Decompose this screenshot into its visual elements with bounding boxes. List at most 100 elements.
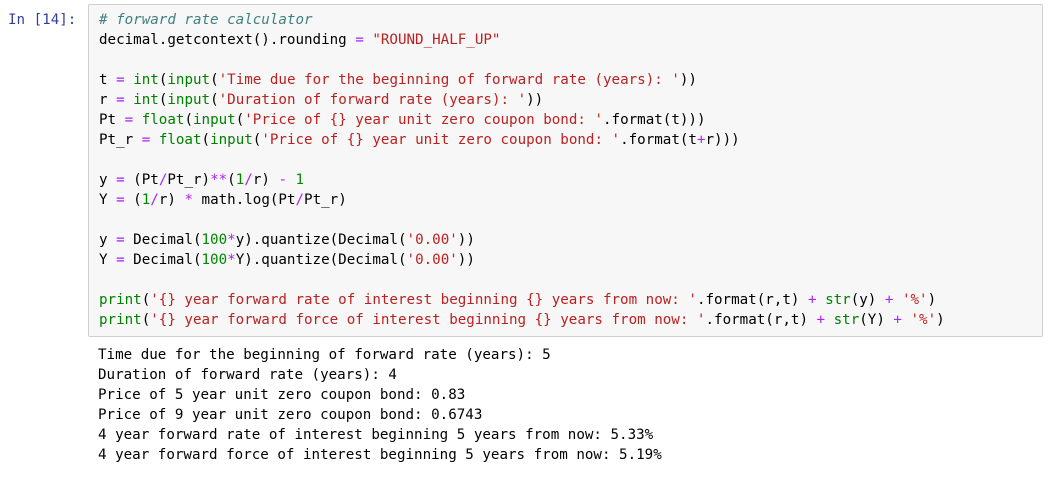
code-line[interactable]: Y = Decimal(100*Y).quantize(Decimal('0.0…: [99, 250, 945, 270]
code-token: =: [116, 192, 125, 208]
code-token: math.log(Pt: [193, 192, 296, 208]
code-token: 1: [295, 172, 305, 188]
code-token: '%': [901, 292, 928, 308]
code-token: 'Price of {} year unit zero coupon bond:…: [244, 112, 603, 128]
code-token: *: [184, 192, 193, 208]
code-token: (Pt: [124, 172, 159, 188]
code-token: .format(t: [620, 132, 697, 148]
code-token: (: [210, 92, 219, 108]
code-line[interactable]: Pt = float(input('Price of {} year unit …: [99, 110, 945, 130]
code-token: =: [141, 132, 151, 148]
code-token: +: [807, 292, 817, 308]
code-editor[interactable]: # forward rate calculator decimal.getcont…: [88, 4, 1043, 337]
code-token: ): [936, 312, 945, 328]
code-token: Y: [99, 252, 117, 268]
code-line[interactable]: # forward rate calculator: [99, 10, 945, 30]
output-line: Price of 5 year unit zero coupon bond: 0…: [98, 387, 466, 403]
code-token: Pt_r): [167, 172, 211, 188]
code-line[interactable]: ​: [99, 210, 945, 230]
code-token: =: [116, 172, 125, 188]
code-token: (: [124, 192, 142, 208]
code-token: input: [167, 72, 211, 88]
code-token: y).quantize(Decimal(: [235, 232, 407, 248]
code-token: =: [116, 252, 125, 268]
code-token: input: [192, 112, 236, 128]
code-token: decimal.getcontext().rounding: [99, 32, 356, 48]
output-line: Time due for the beginning of forward ra…: [98, 347, 551, 363]
code-token: float: [141, 112, 185, 128]
code-token: t: [99, 72, 117, 88]
code-token: Decimal(: [124, 232, 202, 248]
output-line: Duration of forward rate (years): 4: [98, 367, 397, 383]
code-token: 100: [201, 252, 228, 268]
code-line[interactable]: Y = (1/r) * math.log(Pt/Pt_r): [99, 190, 945, 210]
code-token: .format(r,t): [696, 292, 808, 308]
code-line[interactable]: Pt_r = float(input('Price of {} year uni…: [99, 130, 945, 150]
code-token: ): [927, 292, 937, 308]
output-line: 4 year forward rate of interest beginnin…: [98, 427, 654, 443]
code-token: float: [158, 132, 202, 148]
code-token: int: [133, 92, 159, 108]
code-token: )): [526, 92, 544, 108]
code-token: **: [210, 172, 228, 188]
input-prompt: In [14]:: [8, 12, 77, 28]
code-token: +: [816, 312, 826, 328]
code-line[interactable]: ​: [99, 50, 945, 70]
code-token: (: [141, 292, 151, 308]
code-token: =: [355, 32, 364, 48]
code-token: input: [167, 92, 211, 108]
code-token: input: [210, 132, 253, 148]
code-token: Pt_r: [99, 132, 142, 148]
output-line: Price of 9 year unit zero coupon bond: 0…: [98, 407, 483, 423]
code-token: '%': [910, 312, 937, 328]
code-token: y: [99, 172, 117, 188]
code-token: =: [116, 92, 125, 108]
code-token: /: [295, 192, 305, 208]
output-line: 4 year forward force of interest beginni…: [98, 447, 662, 463]
code-token: =: [124, 112, 134, 128]
code-line[interactable]: print('{} year forward force of interest…: [99, 310, 945, 330]
code-token: str: [825, 292, 851, 308]
code-token: "ROUND_HALF_UP": [372, 32, 501, 48]
code-token: -: [278, 172, 287, 188]
code-token: r: [99, 92, 117, 108]
code-line[interactable]: ​: [99, 270, 945, 290]
code-token: )): [457, 252, 475, 268]
cell-output: Time due for the beginning of forward ra…: [98, 345, 662, 465]
code-token: '0.00': [406, 232, 458, 248]
notebook-code-cell[interactable]: In [14]: # forward rate calculator decima…: [0, 0, 1051, 486]
code-token: 'Time due for the beginning of forward r…: [218, 72, 680, 88]
code-line[interactable]: print('{} year forward rate of interest …: [99, 290, 945, 310]
code-line[interactable]: t = int(input('Time due for the beginnin…: [99, 70, 945, 90]
code-token: '0.00': [406, 252, 458, 268]
code-token: Decimal(: [124, 252, 202, 268]
code-token: r): [252, 172, 279, 188]
code-line[interactable]: y = (Pt/Pt_r)**(1/r) - 1: [99, 170, 945, 190]
code-token: print: [99, 312, 142, 328]
code-block[interactable]: # forward rate calculator decimal.getcont…: [99, 10, 945, 330]
code-token: .format(t))): [603, 112, 706, 128]
code-token: y: [99, 232, 117, 248]
code-token: =: [116, 72, 125, 88]
code-token: )): [679, 72, 697, 88]
code-token: (: [210, 72, 219, 88]
code-token: .format(r,t): [705, 312, 817, 328]
code-token: (: [141, 312, 151, 328]
code-token: +: [893, 312, 902, 328]
code-token: (: [235, 112, 245, 128]
code-token: 1: [141, 192, 151, 208]
code-token: print: [99, 292, 142, 308]
code-token: '{} year forward force of interest begin…: [150, 312, 706, 328]
code-token: /: [150, 192, 159, 208]
code-token: (y): [850, 292, 885, 308]
code-line[interactable]: r = int(input('Duration of forward rate …: [99, 90, 945, 110]
code-token: )): [457, 232, 475, 248]
code-line[interactable]: y = Decimal(100*y).quantize(Decimal('0.0…: [99, 230, 945, 250]
code-line[interactable]: decimal.getcontext().rounding = "ROUND_H…: [99, 30, 945, 50]
code-line[interactable]: ​: [99, 150, 945, 170]
